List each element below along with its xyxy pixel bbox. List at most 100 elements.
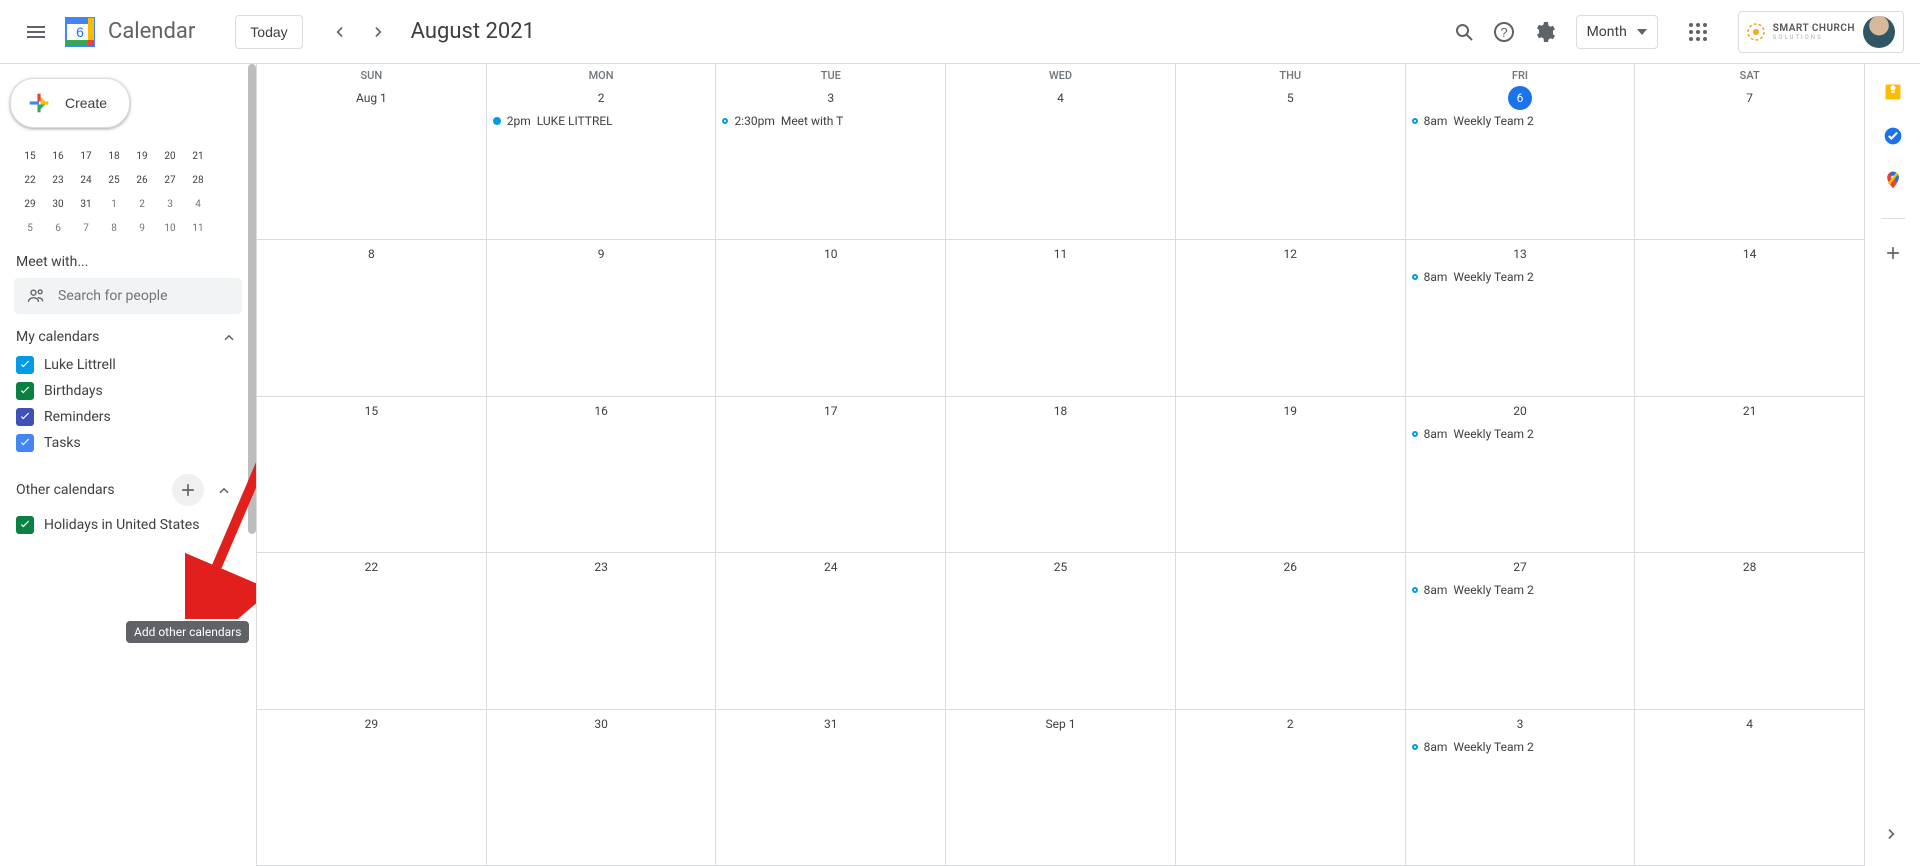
day-cell[interactable]: 208amWeekly Team 2 [1406, 397, 1636, 552]
day-cell[interactable]: 2 [1176, 710, 1406, 865]
mini-calendar-day[interactable]: 21 [184, 144, 212, 168]
calendar-event[interactable]: 8amWeekly Team 2 [1406, 423, 1635, 445]
day-cell[interactable]: Sep 1 [946, 710, 1176, 865]
day-cell[interactable]: 138amWeekly Team 2 [1406, 240, 1636, 395]
day-cell[interactable]: 5 [1176, 84, 1406, 239]
add-other-calendars-button[interactable] [172, 474, 204, 506]
mini-calendar-day[interactable]: 24 [72, 168, 100, 192]
day-cell[interactable]: 21 [1635, 397, 1864, 552]
day-cell[interactable]: 4 [1635, 710, 1864, 865]
mini-calendar-day[interactable]: 9 [128, 216, 156, 240]
calendar-checkbox[interactable] [16, 382, 34, 400]
day-cell[interactable]: 12 [1176, 240, 1406, 395]
mini-calendar-day[interactable]: 8 [100, 216, 128, 240]
sidebar-scrollbar[interactable] [248, 64, 256, 534]
mini-calendar-day[interactable]: 17 [72, 144, 100, 168]
day-cell[interactable]: 22 [257, 553, 487, 708]
mini-calendar-day[interactable]: 25 [100, 168, 128, 192]
settings-button[interactable] [1524, 12, 1564, 52]
day-cell[interactable]: 32:30pmMeet with T [716, 84, 946, 239]
day-cell[interactable]: Aug 1 [257, 84, 487, 239]
calendar-event[interactable]: 8amWeekly Team 2 [1406, 579, 1635, 601]
tasks-addon-button[interactable] [1883, 126, 1903, 146]
day-cell[interactable]: 18 [946, 397, 1176, 552]
prev-period-button[interactable] [319, 12, 359, 52]
mini-calendar-day[interactable]: 2 [128, 192, 156, 216]
day-cell[interactable]: 8 [257, 240, 487, 395]
mini-calendar-day[interactable]: 7 [72, 216, 100, 240]
get-addons-button[interactable] [1883, 243, 1903, 263]
day-cell[interactable]: 10 [716, 240, 946, 395]
day-cell[interactable]: 4 [946, 84, 1176, 239]
mini-calendar-day[interactable]: 3 [156, 192, 184, 216]
keep-addon-button[interactable] [1883, 82, 1903, 102]
show-side-panel-button[interactable] [1880, 822, 1904, 846]
calendar-checkbox[interactable] [16, 356, 34, 374]
day-cell[interactable]: 30 [487, 710, 717, 865]
my-calendars-header[interactable]: My calendars [8, 314, 256, 352]
main-menu-button[interactable] [16, 12, 56, 52]
day-cell[interactable]: 15 [257, 397, 487, 552]
day-cell[interactable]: 7 [1635, 84, 1864, 239]
mini-calendar[interactable]: 8910111213141516171819202122232425262728… [8, 138, 256, 240]
create-button[interactable]: Create [10, 78, 130, 128]
calendar-event[interactable]: 8amWeekly Team 2 [1406, 110, 1635, 132]
search-button[interactable] [1444, 12, 1484, 52]
mini-calendar-day[interactable]: 11 [184, 216, 212, 240]
mini-calendar-day[interactable]: 6 [44, 216, 72, 240]
support-button[interactable]: ? [1484, 12, 1524, 52]
calendar-item[interactable]: Luke Littrell [8, 352, 256, 378]
day-cell[interactable]: 278amWeekly Team 2 [1406, 553, 1636, 708]
day-cell[interactable]: 25 [946, 553, 1176, 708]
mini-calendar-day[interactable]: 18 [100, 144, 128, 168]
mini-calendar-day[interactable]: 16 [44, 144, 72, 168]
mini-calendar-day[interactable]: 28 [184, 168, 212, 192]
day-cell[interactable]: 28 [1635, 553, 1864, 708]
calendar-event[interactable]: 8amWeekly Team 2 [1406, 266, 1635, 288]
today-button[interactable]: Today [235, 15, 302, 49]
calendar-event[interactable]: 8amWeekly Team 2 [1406, 736, 1635, 758]
mini-calendar-day[interactable]: 10 [156, 216, 184, 240]
day-cell[interactable]: 24 [716, 553, 946, 708]
mini-calendar-day[interactable]: 29 [16, 192, 44, 216]
day-cell[interactable]: 26 [1176, 553, 1406, 708]
mini-calendar-day[interactable]: 30 [44, 192, 72, 216]
org-account-chip[interactable]: SMART CHURCH SOLUTIONS [1738, 11, 1904, 53]
mini-calendar-day[interactable]: 26 [128, 168, 156, 192]
day-cell[interactable]: 17 [716, 397, 946, 552]
mini-calendar-day[interactable]: 5 [16, 216, 44, 240]
day-cell[interactable]: 19 [1176, 397, 1406, 552]
calendar-item[interactable]: Tasks [8, 430, 256, 456]
view-switcher[interactable]: Month [1576, 15, 1658, 49]
calendar-item[interactable]: Birthdays [8, 378, 256, 404]
day-cell[interactable]: 14 [1635, 240, 1864, 395]
other-calendars-collapse[interactable] [210, 476, 238, 504]
mini-calendar-day[interactable]: 22 [16, 168, 44, 192]
mini-calendar-day[interactable]: 27 [156, 168, 184, 192]
mini-calendar-day[interactable]: 15 [16, 144, 44, 168]
mini-calendar-day[interactable]: 31 [72, 192, 100, 216]
app-logo[interactable]: 6 Calendar [60, 12, 195, 52]
day-cell[interactable]: 9 [487, 240, 717, 395]
calendar-item[interactable]: Reminders [8, 404, 256, 430]
account-avatar[interactable] [1863, 16, 1895, 48]
calendar-checkbox[interactable] [16, 516, 34, 534]
day-cell[interactable]: 38amWeekly Team 2 [1406, 710, 1636, 865]
mini-calendar-day[interactable]: 4 [184, 192, 212, 216]
mini-calendar-day[interactable]: 23 [44, 168, 72, 192]
mini-calendar-day[interactable]: 19 [128, 144, 156, 168]
mini-calendar-day[interactable]: 1 [100, 192, 128, 216]
google-apps-button[interactable] [1678, 12, 1718, 52]
day-cell[interactable]: 23 [487, 553, 717, 708]
day-cell[interactable]: 29 [257, 710, 487, 865]
calendar-item[interactable]: Holidays in United States [8, 512, 256, 538]
next-period-button[interactable] [359, 12, 399, 52]
day-cell[interactable]: 16 [487, 397, 717, 552]
day-cell[interactable]: 68amWeekly Team 2 [1406, 84, 1636, 239]
day-cell[interactable]: 11 [946, 240, 1176, 395]
day-cell[interactable]: 31 [716, 710, 946, 865]
calendar-event[interactable]: 2pmLUKE LITTREL [487, 110, 716, 132]
mini-calendar-day[interactable]: 20 [156, 144, 184, 168]
calendar-checkbox[interactable] [16, 408, 34, 426]
people-search-input[interactable]: Search for people [14, 278, 242, 314]
